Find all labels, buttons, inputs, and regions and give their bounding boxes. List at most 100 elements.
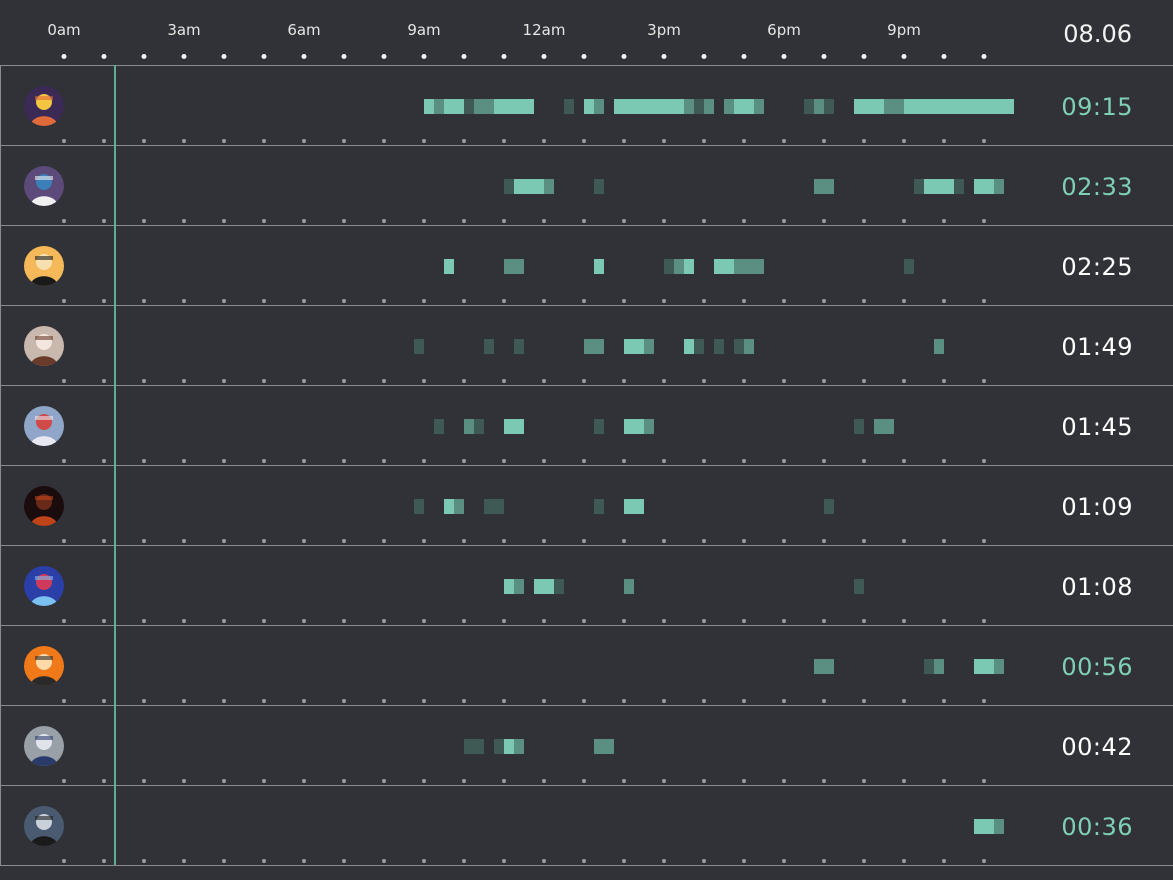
user-avatar-8[interactable] <box>24 646 64 686</box>
row-hour-dot <box>702 459 706 463</box>
activity-cell <box>994 179 1004 194</box>
activity-cell <box>824 179 834 194</box>
row-hour-dot <box>62 619 66 623</box>
row-hour-dot <box>302 139 306 143</box>
activity-cell <box>684 339 694 354</box>
user-avatar-5[interactable] <box>24 406 64 446</box>
row-hour-dot <box>142 219 146 223</box>
activity-cell <box>754 99 764 114</box>
user-row[interactable]: 00:42 <box>0 705 1173 785</box>
user-avatar-4[interactable] <box>24 326 64 366</box>
row-hour-dot <box>182 699 186 703</box>
activity-cell <box>894 99 904 114</box>
row-hour-dot <box>102 779 106 783</box>
row-hour-dot <box>62 219 66 223</box>
row-hour-dot <box>302 539 306 543</box>
activity-cell <box>954 179 964 194</box>
row-hour-dot <box>342 539 346 543</box>
row-hour-dot <box>262 459 266 463</box>
activity-cell <box>734 259 744 274</box>
user-row[interactable]: 01:45 <box>0 385 1173 465</box>
user-row[interactable]: 00:56 <box>0 625 1173 705</box>
row-hour-dot <box>262 619 266 623</box>
row-hour-dot <box>502 299 506 303</box>
user-row[interactable]: 02:33 <box>0 145 1173 225</box>
row-hour-dot <box>102 219 106 223</box>
row-left-border <box>0 706 1 785</box>
user-row[interactable]: 01:49 <box>0 305 1173 385</box>
activity-total: 02:33 <box>1061 173 1133 201</box>
row-hour-dot <box>742 539 746 543</box>
row-hour-dot <box>582 619 586 623</box>
row-hour-dot <box>942 779 946 783</box>
user-row[interactable]: 01:08 <box>0 545 1173 625</box>
user-row[interactable]: 02:25 <box>0 225 1173 305</box>
activity-cell <box>634 419 644 434</box>
activity-cell <box>504 179 514 194</box>
activity-cell <box>594 259 604 274</box>
row-hour-dot <box>822 379 826 383</box>
row-hour-dot <box>382 859 386 863</box>
activity-cell <box>854 99 864 114</box>
row-hour-dot <box>942 859 946 863</box>
row-hour-dot <box>182 539 186 543</box>
user-avatar-1[interactable] <box>24 86 64 126</box>
row-hour-dot <box>302 779 306 783</box>
activity-cell <box>534 179 544 194</box>
row-hour-dot <box>142 859 146 863</box>
activity-cell <box>814 99 824 114</box>
row-hour-dot <box>662 299 666 303</box>
row-hour-dot <box>142 699 146 703</box>
row-hour-dot <box>142 299 146 303</box>
row-hour-dot <box>542 219 546 223</box>
row-hour-dot <box>822 859 826 863</box>
user-avatar-10[interactable] <box>24 806 64 846</box>
activity-cell <box>554 579 564 594</box>
row-hour-dot <box>222 779 226 783</box>
row-hour-dot <box>142 619 146 623</box>
row-hour-dot <box>982 619 986 623</box>
hour-tick-dot <box>621 54 627 59</box>
user-row[interactable]: 09:15 <box>0 65 1173 145</box>
user-avatar-7[interactable] <box>24 566 64 606</box>
activity-cell <box>1004 99 1014 114</box>
activity-cell <box>594 99 604 114</box>
activity-cell <box>534 579 544 594</box>
row-hour-dot <box>862 779 866 783</box>
activity-cell <box>974 179 984 194</box>
row-hour-dot <box>662 539 666 543</box>
activity-cell <box>514 339 524 354</box>
user-avatar-2[interactable] <box>24 166 64 206</box>
row-hour-dot <box>782 139 786 143</box>
row-hour-dot <box>502 619 506 623</box>
activity-cell <box>974 99 984 114</box>
hour-tick-dot <box>701 54 707 59</box>
hour-tick-dot <box>461 54 467 59</box>
row-hour-dot <box>662 859 666 863</box>
row-hour-dot <box>542 379 546 383</box>
activity-cell <box>414 339 424 354</box>
user-avatar-3[interactable] <box>24 246 64 286</box>
user-avatar-9[interactable] <box>24 726 64 766</box>
row-hour-dot <box>382 219 386 223</box>
activity-cell <box>854 419 864 434</box>
row-hour-dot <box>142 139 146 143</box>
activity-cell <box>754 259 764 274</box>
user-avatar-6[interactable] <box>24 486 64 526</box>
user-row[interactable]: 01:09 <box>0 465 1173 545</box>
row-hour-dot <box>982 139 986 143</box>
row-hour-dot <box>422 299 426 303</box>
row-hour-dot <box>422 219 426 223</box>
row-hour-dot <box>622 219 626 223</box>
user-row[interactable]: 00:36 <box>0 785 1173 866</box>
row-hour-dot <box>982 699 986 703</box>
activity-cell <box>464 739 474 754</box>
row-hour-dot <box>822 619 826 623</box>
row-hour-dot <box>902 299 906 303</box>
row-hour-dot <box>902 219 906 223</box>
row-hour-dot <box>702 699 706 703</box>
row-hour-dot <box>502 139 506 143</box>
row-hour-dot <box>822 219 826 223</box>
row-hour-dot <box>542 779 546 783</box>
row-hour-dot <box>422 699 426 703</box>
